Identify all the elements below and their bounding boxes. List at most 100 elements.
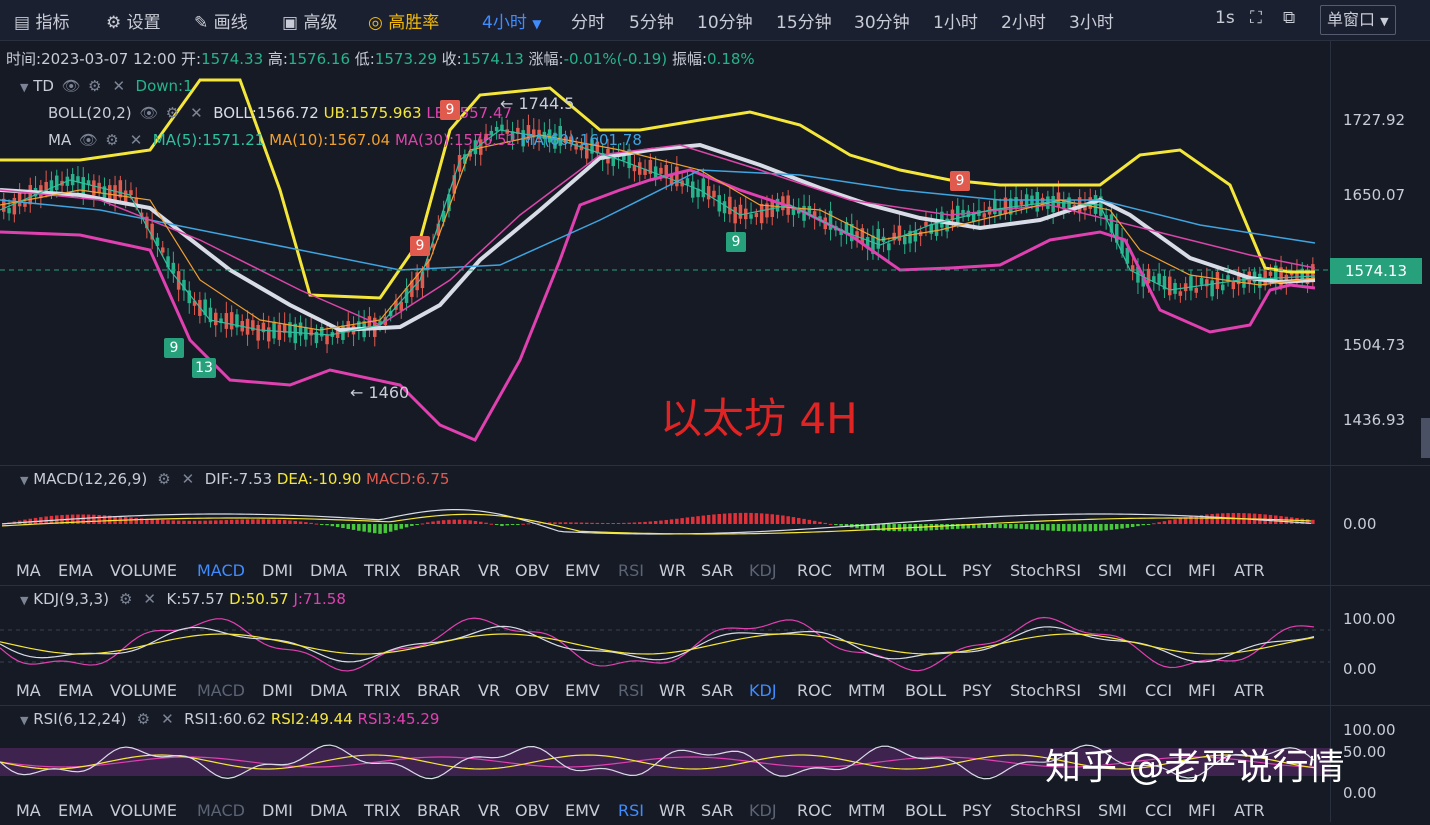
close-icon[interactable]: ✕ xyxy=(141,590,159,608)
eye-icon[interactable]: 👁 xyxy=(79,131,98,149)
indicator-tab-sar[interactable]: SAR xyxy=(701,681,734,700)
gear-icon[interactable]: ⚙ xyxy=(86,77,104,95)
window-mode-select[interactable]: 单窗口 ▼ xyxy=(1320,5,1396,35)
indicator-tab-ema[interactable]: EMA xyxy=(58,801,93,820)
indicator-tab-dmi[interactable]: DMI xyxy=(262,681,293,700)
indicator-tab-rsi[interactable]: RSI xyxy=(618,561,644,580)
indicator-tab-emv[interactable]: EMV xyxy=(565,561,600,580)
collapse-icon[interactable]: ▼ xyxy=(20,594,28,607)
panel-resize-handle[interactable] xyxy=(1421,418,1430,458)
indicator-tab-ma[interactable]: MA xyxy=(16,681,41,700)
interval-option[interactable]: 1小时 xyxy=(933,8,978,33)
indicator-tab-smi[interactable]: SMI xyxy=(1098,681,1127,700)
indicators-button[interactable]: ▤ 指标 xyxy=(14,8,69,33)
draw-button[interactable]: ✎ 画线 xyxy=(194,8,248,33)
indicator-tab-macd[interactable]: MACD xyxy=(197,801,245,820)
indicator-tab-dmi[interactable]: DMI xyxy=(262,561,293,580)
indicator-tab-boll[interactable]: BOLL xyxy=(905,801,946,820)
indicator-tab-boll[interactable]: BOLL xyxy=(905,681,946,700)
indicator-tab-cci[interactable]: CCI xyxy=(1145,561,1172,580)
indicator-tab-mfi[interactable]: MFI xyxy=(1188,681,1216,700)
indicator-tab-vr[interactable]: VR xyxy=(478,561,500,580)
gear-icon[interactable]: ⚙ xyxy=(117,590,135,608)
eye-icon[interactable]: 👁 xyxy=(139,104,158,122)
indicator-tab-obv[interactable]: OBV xyxy=(515,561,549,580)
indicator-tab-trix[interactable]: TRIX xyxy=(364,561,401,580)
indicator-tab-emv[interactable]: EMV xyxy=(565,681,600,700)
indicator-tab-kdj[interactable]: KDJ xyxy=(749,801,777,820)
indicator-tab-sar[interactable]: SAR xyxy=(701,561,734,580)
macd-chart[interactable] xyxy=(0,490,1330,555)
interval-option[interactable]: 2小时 xyxy=(1001,8,1046,33)
indicator-tab-ema[interactable]: EMA xyxy=(58,561,93,580)
indicator-tab-boll[interactable]: BOLL xyxy=(905,561,946,580)
indicator-tab-smi[interactable]: SMI xyxy=(1098,561,1127,580)
interval-option[interactable]: 5分钟 xyxy=(629,8,674,33)
indicator-tab-smi[interactable]: SMI xyxy=(1098,801,1127,820)
collapse-icon[interactable]: ▼ xyxy=(20,714,28,727)
close-icon[interactable]: ✕ xyxy=(158,710,176,728)
indicator-tab-ma[interactable]: MA xyxy=(16,561,41,580)
settings-button[interactable]: ⚙ 设置 xyxy=(106,8,161,33)
indicator-tab-mfi[interactable]: MFI xyxy=(1188,801,1216,820)
indicator-tab-mtm[interactable]: MTM xyxy=(848,561,885,580)
indicator-tab-obv[interactable]: OBV xyxy=(515,681,549,700)
kdj-chart[interactable] xyxy=(0,610,1330,678)
indicator-tab-emv[interactable]: EMV xyxy=(565,801,600,820)
indicator-tab-roc[interactable]: ROC xyxy=(797,801,832,820)
indicator-tab-sar[interactable]: SAR xyxy=(701,801,734,820)
indicator-tab-mfi[interactable]: MFI xyxy=(1188,561,1216,580)
indicator-tab-atr[interactable]: ATR xyxy=(1234,681,1265,700)
indicator-tab-dma[interactable]: DMA xyxy=(310,561,347,580)
indicator-tab-volume[interactable]: VOLUME xyxy=(110,681,177,700)
indicator-tab-stochrsi[interactable]: StochRSI xyxy=(1010,681,1081,700)
indicator-tab-cci[interactable]: CCI xyxy=(1145,681,1172,700)
indicator-tab-brar[interactable]: BRAR xyxy=(417,561,461,580)
interval-option[interactable]: 15分钟 xyxy=(776,8,832,33)
indicator-tab-atr[interactable]: ATR xyxy=(1234,561,1265,580)
close-icon[interactable]: ✕ xyxy=(127,131,145,149)
indicator-tab-kdj[interactable]: KDJ xyxy=(749,561,777,580)
indicator-tab-mtm[interactable]: MTM xyxy=(848,681,885,700)
close-icon[interactable]: ✕ xyxy=(179,470,197,488)
indicator-tab-macd[interactable]: MACD xyxy=(197,561,245,580)
indicator-tab-cci[interactable]: CCI xyxy=(1145,801,1172,820)
interval-option[interactable]: 分时 xyxy=(571,8,605,33)
indicator-tab-dmi[interactable]: DMI xyxy=(262,801,293,820)
indicator-tab-psy[interactable]: PSY xyxy=(962,561,992,580)
indicator-tab-vr[interactable]: VR xyxy=(478,681,500,700)
advanced-button[interactable]: ▣ 高级 xyxy=(282,8,337,33)
eye-icon[interactable]: 👁 xyxy=(62,77,81,95)
indicator-tab-brar[interactable]: BRAR xyxy=(417,801,461,820)
indicator-tab-wr[interactable]: WR xyxy=(659,561,686,580)
fullscreen-icon[interactable]: ⛶ xyxy=(1250,8,1262,28)
indicator-tab-atr[interactable]: ATR xyxy=(1234,801,1265,820)
indicator-tab-rsi[interactable]: RSI xyxy=(618,801,644,820)
interval-option[interactable]: 10分钟 xyxy=(697,8,753,33)
indicator-tab-dma[interactable]: DMA xyxy=(310,801,347,820)
indicator-tab-macd[interactable]: MACD xyxy=(197,681,245,700)
indicator-tab-dma[interactable]: DMA xyxy=(310,681,347,700)
indicator-tab-trix[interactable]: TRIX xyxy=(364,681,401,700)
winrate-button[interactable]: ◎ 高胜率 xyxy=(368,8,439,33)
close-icon[interactable]: ✕ xyxy=(110,77,128,95)
indicator-tab-brar[interactable]: BRAR xyxy=(417,681,461,700)
interval-dropdown[interactable]: 4小时 ▼ xyxy=(482,8,541,33)
gear-icon[interactable]: ⚙ xyxy=(103,131,121,149)
indicator-tab-obv[interactable]: OBV xyxy=(515,801,549,820)
interval-option[interactable]: 30分钟 xyxy=(854,8,910,33)
indicator-tab-wr[interactable]: WR xyxy=(659,801,686,820)
collapse-icon[interactable]: ▼ xyxy=(20,474,28,487)
indicator-tab-psy[interactable]: PSY xyxy=(962,801,992,820)
indicator-tab-ema[interactable]: EMA xyxy=(58,681,93,700)
popout-icon[interactable]: ⧉ xyxy=(1283,8,1295,28)
indicator-tab-volume[interactable]: VOLUME xyxy=(110,801,177,820)
gear-icon[interactable]: ⚙ xyxy=(155,470,173,488)
interval-option[interactable]: 3小时 xyxy=(1069,8,1114,33)
close-icon[interactable]: ✕ xyxy=(187,104,205,122)
indicator-tab-psy[interactable]: PSY xyxy=(962,681,992,700)
indicator-tab-mtm[interactable]: MTM xyxy=(848,801,885,820)
second-toggle[interactable]: 1s xyxy=(1215,8,1235,28)
indicator-tab-stochrsi[interactable]: StochRSI xyxy=(1010,561,1081,580)
indicator-tab-roc[interactable]: ROC xyxy=(797,561,832,580)
